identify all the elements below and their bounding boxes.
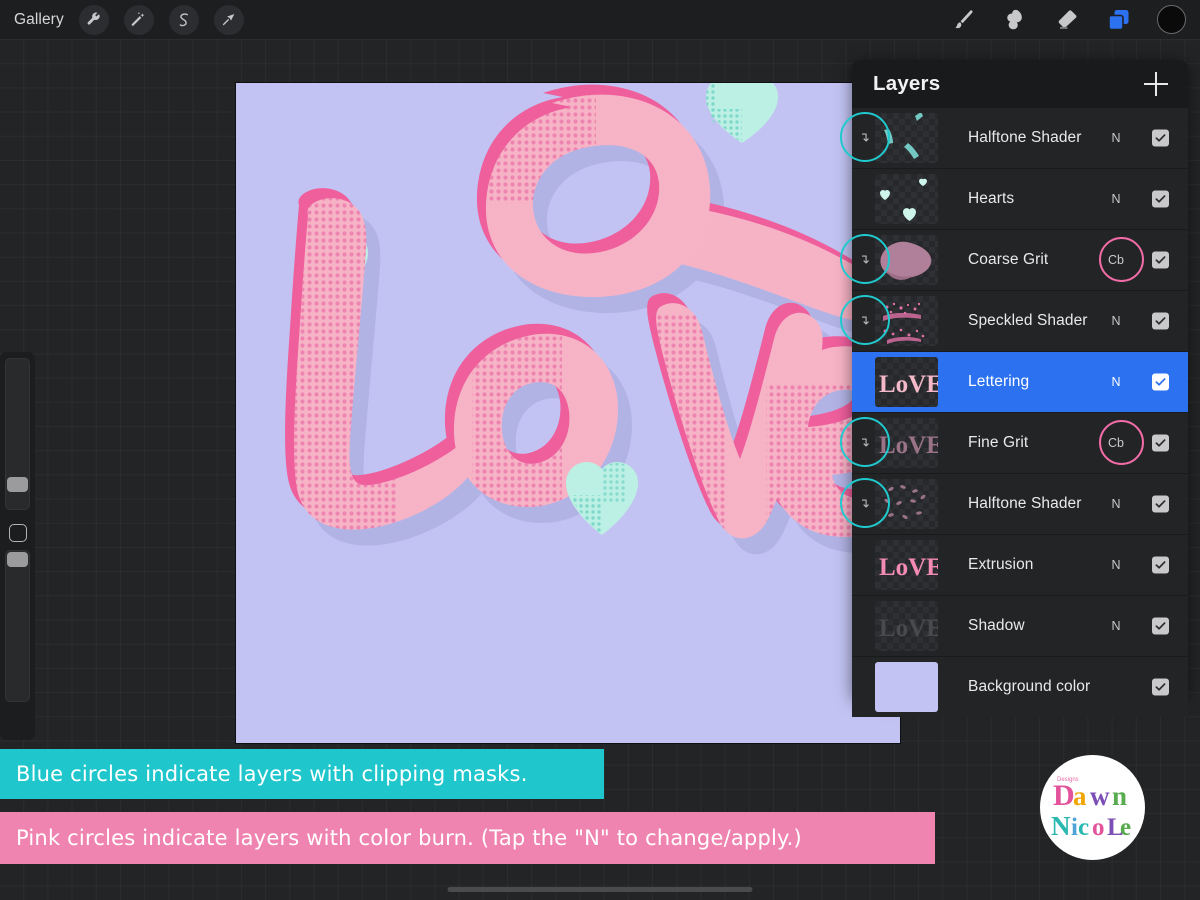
- blend-mode-badge[interactable]: N: [1101, 131, 1131, 145]
- brush-size-knob[interactable]: [7, 477, 28, 492]
- svg-text:i: i: [1071, 814, 1078, 841]
- svg-text:c: c: [1078, 814, 1089, 841]
- clipping-mask-icon: ↴: [859, 252, 870, 268]
- blend-mode-badge[interactable]: Cb: [1101, 253, 1131, 267]
- clipping-mask-icon: ↴: [859, 435, 870, 451]
- layer-row[interactable]: Background color: [852, 657, 1188, 717]
- artwork-canvas[interactable]: [236, 83, 900, 743]
- clipping-mask-icon: ↴: [859, 496, 870, 512]
- layer-name: Extrusion: [968, 555, 1034, 573]
- blend-mode-badge[interactable]: N: [1101, 375, 1131, 389]
- clipping-mask-annotation-banner: Blue circles indicate layers with clippi…: [0, 749, 604, 799]
- layer-name: Background color: [968, 677, 1091, 695]
- blend-mode-badge[interactable]: Cb: [1101, 436, 1131, 450]
- layer-name: Lettering: [968, 372, 1030, 390]
- modify-button[interactable]: [8, 524, 27, 542]
- layer-row[interactable]: ↴ Coarse Grit Cb: [852, 230, 1188, 290]
- heart-top-right: [706, 83, 778, 143]
- layer-thumbnail[interactable]: [875, 295, 938, 346]
- layer-row[interactable]: ↴ LoVE Fine Grit Cb: [852, 413, 1188, 473]
- love-artwork: [285, 83, 900, 555]
- layer-row[interactable]: ↴ Halftone Shader N: [852, 474, 1188, 534]
- add-layer-plus-icon[interactable]: [1144, 72, 1168, 96]
- blend-mode-badge[interactable]: N: [1101, 497, 1131, 511]
- clipping-mask-icon: ↴: [859, 313, 870, 329]
- layer-visibility-checkbox[interactable]: [1152, 678, 1169, 696]
- layer-thumbnail[interactable]: [875, 173, 938, 224]
- eraser-icon[interactable]: [1041, 0, 1093, 39]
- blend-mode-badge[interactable]: N: [1101, 192, 1131, 206]
- smudge-icon[interactable]: [989, 0, 1041, 39]
- clipping-mask-icon: ↴: [859, 130, 870, 146]
- layer-name: Speckled Shader: [968, 311, 1088, 329]
- layer-name: Shadow: [968, 616, 1025, 634]
- layer-thumbnail[interactable]: LoVE: [875, 417, 938, 468]
- blend-mode-badge[interactable]: N: [1101, 558, 1131, 572]
- layer-row[interactable]: LoVE Lettering N: [852, 352, 1188, 412]
- svg-text:LoVE: LoVE: [879, 432, 938, 459]
- layer-thumbnail[interactable]: [875, 112, 938, 163]
- layer-visibility-checkbox[interactable]: [1152, 251, 1169, 269]
- layer-row[interactable]: ↴ Speckled Shader N: [852, 291, 1188, 351]
- home-indicator[interactable]: [447, 887, 753, 892]
- layer-thumbnail[interactable]: LoVE: [875, 356, 938, 407]
- blend-mode-badge[interactable]: N: [1101, 619, 1131, 633]
- layer-visibility-checkbox[interactable]: [1152, 190, 1169, 208]
- layer-name: Halftone Shader: [968, 128, 1082, 146]
- layer-visibility-checkbox[interactable]: [1152, 373, 1169, 391]
- brush-size-slider[interactable]: [5, 358, 30, 510]
- color-swatch[interactable]: [1157, 5, 1186, 34]
- layer-visibility-checkbox[interactable]: [1152, 312, 1169, 330]
- svg-text:n: n: [1112, 781, 1127, 811]
- layer-thumbnail[interactable]: LoVE: [875, 600, 938, 651]
- arrow-transform-icon[interactable]: [213, 4, 244, 35]
- layers-icon[interactable]: [1093, 0, 1145, 39]
- layer-thumbnail[interactable]: [875, 661, 938, 712]
- brush-opacity-slider[interactable]: [5, 550, 30, 702]
- layer-row[interactable]: ↴ Halftone Shader N: [852, 108, 1188, 168]
- svg-text:LoVE: LoVE: [879, 554, 938, 581]
- gallery-button[interactable]: Gallery: [14, 11, 64, 29]
- layer-visibility-checkbox[interactable]: [1152, 556, 1169, 574]
- layer-visibility-checkbox[interactable]: [1152, 617, 1169, 635]
- svg-text:w: w: [1090, 781, 1110, 811]
- color-burn-annotation-banner: Pink circles indicate layers with color …: [0, 812, 935, 864]
- heart-bottom: [566, 461, 638, 535]
- svg-text:LoVE: LoVE: [879, 371, 938, 398]
- layer-name: Hearts: [968, 189, 1015, 207]
- layers-panel: Layers ↴ Halftone Shader N Hearts N ↴ Coarse G…: [852, 60, 1188, 717]
- svg-text:a: a: [1073, 781, 1087, 811]
- layer-row[interactable]: Hearts N: [852, 169, 1188, 229]
- svg-text:N: N: [1051, 811, 1071, 841]
- top-toolbar: Gallery: [0, 0, 1200, 39]
- layer-name: Fine Grit: [968, 433, 1029, 451]
- layers-panel-header: Layers: [852, 60, 1188, 108]
- layer-thumbnail[interactable]: [875, 478, 938, 529]
- blend-mode-badge[interactable]: N: [1101, 314, 1131, 328]
- svg-text:D: D: [1053, 779, 1075, 812]
- svg-text:o: o: [1092, 814, 1105, 841]
- brush-sidebar: [0, 352, 35, 740]
- wrench-icon[interactable]: [78, 4, 109, 35]
- layer-name: Halftone Shader: [968, 494, 1082, 512]
- layer-visibility-checkbox[interactable]: [1152, 434, 1169, 452]
- layer-thumbnail[interactable]: LoVE: [875, 539, 938, 590]
- panel-title: Layers: [873, 72, 941, 95]
- svg-text:e: e: [1120, 814, 1131, 841]
- layer-visibility-checkbox[interactable]: [1152, 129, 1169, 147]
- svg-text:LoVE: LoVE: [879, 615, 938, 642]
- layer-thumbnail[interactable]: [875, 234, 938, 285]
- layer-row[interactable]: LoVE Shadow N: [852, 596, 1188, 656]
- layer-list: ↴ Halftone Shader N Hearts N ↴ Coarse Grit Cb ↴ S…: [852, 108, 1188, 717]
- brush-opacity-knob[interactable]: [7, 552, 28, 567]
- dawn-nicole-logo: Designs D a w n N i c o L e: [1040, 755, 1145, 860]
- layer-visibility-checkbox[interactable]: [1152, 495, 1169, 513]
- selection-icon[interactable]: [168, 4, 199, 35]
- top-toolbar-right: [937, 0, 1200, 39]
- magic-wand-icon[interactable]: [123, 4, 154, 35]
- layer-row[interactable]: LoVE Extrusion N: [852, 535, 1188, 595]
- paintbrush-icon[interactable]: [937, 0, 989, 39]
- layer-name: Coarse Grit: [968, 250, 1049, 268]
